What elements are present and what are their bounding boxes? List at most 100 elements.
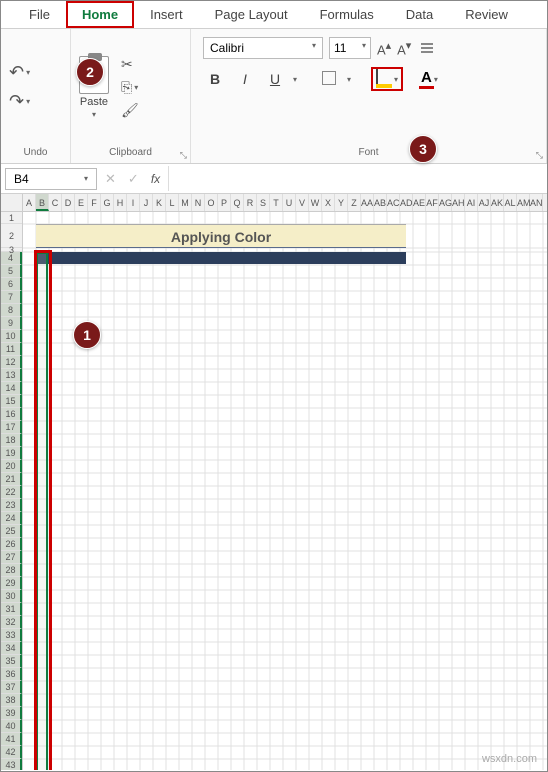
- row-header-36[interactable]: 36: [1, 668, 22, 681]
- col-header-E[interactable]: E: [75, 194, 88, 211]
- font-color-button[interactable]: A ▾: [419, 69, 438, 89]
- row-header-42[interactable]: 42: [1, 746, 22, 759]
- dialog-launcher-icon[interactable]: ⤡: [180, 150, 187, 161]
- borders-button[interactable]: [317, 71, 341, 88]
- row-header-20[interactable]: 20: [1, 460, 22, 473]
- row-header-35[interactable]: 35: [1, 655, 22, 668]
- col-header-AH[interactable]: AH: [452, 194, 465, 211]
- row-header-9[interactable]: 9: [1, 317, 22, 330]
- row-header-23[interactable]: 23: [1, 499, 22, 512]
- underline-button[interactable]: U: [263, 71, 287, 87]
- col-header-C[interactable]: C: [49, 194, 62, 211]
- col-header-AA[interactable]: AA: [361, 194, 374, 211]
- col-header-Y[interactable]: Y: [335, 194, 348, 211]
- col-header-AL[interactable]: AL: [504, 194, 517, 211]
- redo-button[interactable]: ↷▾: [9, 91, 30, 112]
- row-header-28[interactable]: 28: [1, 564, 22, 577]
- row-header-39[interactable]: 39: [1, 707, 22, 720]
- tab-data[interactable]: Data: [390, 1, 449, 28]
- col-header-I[interactable]: I: [127, 194, 140, 211]
- col-header-D[interactable]: D: [62, 194, 75, 211]
- dialog-launcher-icon[interactable]: ⤡: [536, 150, 543, 161]
- row-header-13[interactable]: 13: [1, 369, 22, 382]
- chevron-down-icon[interactable]: ▾: [434, 75, 438, 84]
- col-header-M[interactable]: M: [179, 194, 192, 211]
- col-header-V[interactable]: V: [296, 194, 309, 211]
- row-header-43[interactable]: 43: [1, 759, 22, 770]
- tab-insert[interactable]: Insert: [134, 1, 199, 28]
- col-header-X[interactable]: X: [322, 194, 335, 211]
- italic-button[interactable]: I: [233, 71, 257, 87]
- col-header-T[interactable]: T: [270, 194, 283, 211]
- col-header-AJ[interactable]: AJ: [478, 194, 491, 211]
- col-header-Q[interactable]: Q: [231, 194, 244, 211]
- row-header-7[interactable]: 7: [1, 291, 22, 304]
- col-header-AG[interactable]: AG: [439, 194, 452, 211]
- chevron-down-icon[interactable]: ▾: [394, 75, 398, 84]
- format-painter-button[interactable]: 🖌: [121, 102, 139, 119]
- font-name-select[interactable]: Calibri▾: [203, 37, 323, 59]
- chevron-down-icon[interactable]: ▾: [26, 97, 30, 106]
- col-header-AF[interactable]: AF: [426, 194, 439, 211]
- name-box[interactable]: B4▾: [5, 168, 97, 190]
- col-header-S[interactable]: S: [257, 194, 270, 211]
- row-header-34[interactable]: 34: [1, 642, 22, 655]
- row-header-14[interactable]: 14: [1, 382, 22, 395]
- row-header-16[interactable]: 16: [1, 408, 22, 421]
- row-header-17[interactable]: 17: [1, 421, 22, 434]
- col-header-AI[interactable]: AI: [465, 194, 478, 211]
- col-header-J[interactable]: J: [140, 194, 153, 211]
- chevron-down-icon[interactable]: ▾: [26, 68, 30, 77]
- copy-button[interactable]: ⎘▾: [121, 79, 139, 96]
- column-headers[interactable]: ABCDEFGHIJKLMNOPQRSTUVWXYZAAABACADAEAFAG…: [23, 194, 547, 212]
- decrease-font-button[interactable]: A▾: [397, 39, 411, 57]
- col-header-H[interactable]: H: [114, 194, 127, 211]
- row-header-11[interactable]: 11: [1, 343, 22, 356]
- col-header-AN[interactable]: AN: [530, 194, 543, 211]
- col-header-O[interactable]: O: [205, 194, 218, 211]
- col-header-B[interactable]: B: [36, 194, 49, 211]
- row-header-1[interactable]: 1: [1, 212, 22, 224]
- row-header-27[interactable]: 27: [1, 551, 22, 564]
- row-header-12[interactable]: 12: [1, 356, 22, 369]
- font-size-select[interactable]: 11▾: [329, 37, 371, 59]
- col-header-R[interactable]: R: [244, 194, 257, 211]
- tab-formulas[interactable]: Formulas: [304, 1, 390, 28]
- tab-page-layout[interactable]: Page Layout: [199, 1, 304, 28]
- row-header-15[interactable]: 15: [1, 395, 22, 408]
- col-header-A[interactable]: A: [23, 194, 36, 211]
- row-header-38[interactable]: 38: [1, 694, 22, 707]
- col-header-AB[interactable]: AB: [374, 194, 387, 211]
- row-header-4[interactable]: 4: [1, 252, 22, 265]
- bold-button[interactable]: B: [203, 71, 227, 87]
- select-all-corner[interactable]: [1, 194, 23, 212]
- row-header-21[interactable]: 21: [1, 473, 22, 486]
- row-header-29[interactable]: 29: [1, 577, 22, 590]
- row-header-5[interactable]: 5: [1, 265, 22, 278]
- row-header-30[interactable]: 30: [1, 590, 22, 603]
- col-header-AM[interactable]: AM: [517, 194, 530, 211]
- row-header-33[interactable]: 33: [1, 629, 22, 642]
- col-header-L[interactable]: L: [166, 194, 179, 211]
- tab-review[interactable]: Review: [449, 1, 524, 28]
- col-header-N[interactable]: N: [192, 194, 205, 211]
- row-header-22[interactable]: 22: [1, 486, 22, 499]
- row-header-19[interactable]: 19: [1, 447, 22, 460]
- row-headers[interactable]: 1234567891011121314151617181920212223242…: [1, 212, 23, 770]
- row-header-10[interactable]: 10: [1, 330, 22, 343]
- row-header-31[interactable]: 31: [1, 603, 22, 616]
- align-menu-icon[interactable]: [421, 43, 433, 53]
- row-header-26[interactable]: 26: [1, 538, 22, 551]
- row-header-8[interactable]: 8: [1, 304, 22, 317]
- fx-icon[interactable]: fx: [147, 172, 164, 186]
- col-header-G[interactable]: G: [101, 194, 114, 211]
- row-header-24[interactable]: 24: [1, 512, 22, 525]
- col-header-F[interactable]: F: [88, 194, 101, 211]
- spreadsheet-grid[interactable]: ABCDEFGHIJKLMNOPQRSTUVWXYZAAABACADAEAFAG…: [1, 194, 547, 770]
- col-header-K[interactable]: K: [153, 194, 166, 211]
- cells-area[interactable]: Applying Color: [23, 212, 547, 770]
- undo-button[interactable]: ↶▾: [9, 62, 30, 83]
- title-cell[interactable]: Applying Color: [36, 224, 406, 248]
- cancel-icon[interactable]: ✕: [101, 171, 120, 187]
- row-header-41[interactable]: 41: [1, 733, 22, 746]
